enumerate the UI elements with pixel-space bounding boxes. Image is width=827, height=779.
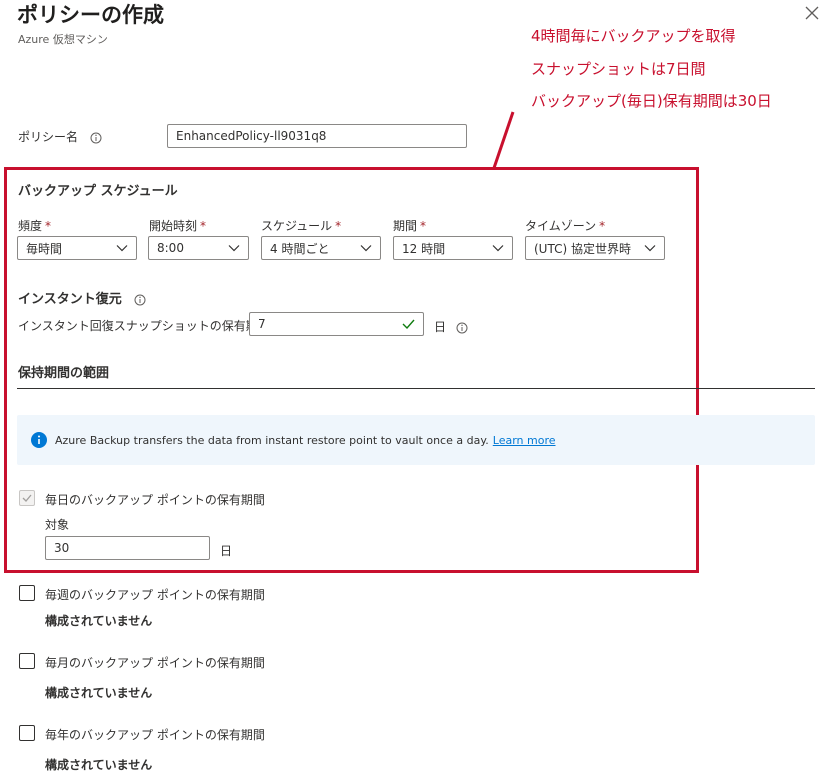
retention-heading: 保持期間の範囲 [18,366,110,381]
checkmark-icon [22,494,32,502]
duration-dropdown[interactable]: 12 時間 [393,236,513,260]
page-title: ポリシーの作成 [17,3,164,27]
daily-retention-label: 毎日のバックアップ ポイントの保有期間 [45,493,265,507]
start-time-label: 開始時刻 * [149,219,207,233]
policy-name-input[interactable]: EnhancedPolicy-ll9031q8 [167,124,467,148]
daily-retention-value: 30 [54,541,70,555]
annotation-line-3: バックアップ(毎日)保有期間は30日 [531,92,772,110]
schedule-value: 4 時間ごと [270,241,330,256]
weekly-retention-checkbox[interactable] [19,585,35,601]
chevron-down-icon [644,245,656,252]
schedule-label: スケジュール * [261,219,342,233]
instant-restore-heading-text: インスタント復元 [18,292,122,307]
start-time-dropdown[interactable]: 8:00 [148,236,249,260]
annotation-line-2: スナップショットは7日間 [531,60,706,78]
info-icon[interactable] [134,294,146,306]
chevron-down-icon [492,245,504,252]
snapshot-retention-unit-text: 日 [434,320,447,334]
monthly-retention-label: 毎月のバックアップ ポイントの保有期間 [45,656,265,670]
snapshot-retention-input[interactable]: 7 [249,312,424,336]
schedule-heading: バックアップ スケジュール [18,184,178,199]
chevron-down-icon [360,245,372,252]
monthly-retention-checkbox[interactable] [19,653,35,669]
checkmark-icon [402,319,415,329]
daily-retention-unit: 日 [220,544,233,558]
duration-value: 12 時間 [402,241,446,256]
snapshot-retention-unit: 日 [434,318,468,335]
chevron-down-icon [228,245,240,252]
info-icon[interactable] [90,132,102,144]
frequency-value: 毎時間 [26,241,63,256]
duration-label: 期間 * [393,219,427,233]
timezone-label: タイムゾーン * [525,219,606,233]
snapshot-retention-label: インスタント回復スナップショットの保有期間 [18,319,270,333]
daily-retention-input[interactable]: 30 [45,536,210,560]
yearly-retention-checkbox[interactable] [19,725,35,741]
retention-divider [17,388,815,389]
policy-name-value: EnhancedPolicy-ll9031q8 [176,129,327,143]
policy-name-label: ポリシー名 [18,128,102,145]
policy-name-label-text: ポリシー名 [18,130,79,144]
learn-more-link[interactable]: Learn more [493,434,556,447]
info-icon[interactable] [456,322,468,334]
daily-target-label: 対象 [45,518,70,532]
schedule-dropdown[interactable]: 4 時間ごと [261,236,381,260]
info-filled-icon [31,432,47,448]
yearly-retention-label: 毎年のバックアップ ポイントの保有期間 [45,728,265,742]
weekly-retention-label: 毎週のバックアップ ポイントの保有期間 [45,588,265,602]
timezone-value: (UTC) 協定世界時 [534,241,631,256]
close-icon[interactable] [804,5,820,21]
instant-restore-heading: インスタント復元 [18,288,146,307]
annotation-line-1: 4時間毎にバックアップを取得 [531,27,736,45]
page-subtitle: Azure 仮想マシン [18,33,108,46]
chevron-down-icon [116,245,128,252]
frequency-dropdown[interactable]: 毎時間 [17,236,137,260]
frequency-label: 頻度 * [18,219,52,233]
daily-retention-checkbox[interactable] [19,490,35,506]
start-time-value: 8:00 [157,241,184,255]
weekly-retention-status: 構成されていません [45,614,153,628]
info-banner-text: Azure Backup transfers the data from ins… [55,433,489,447]
snapshot-retention-value: 7 [258,317,266,331]
monthly-retention-status: 構成されていません [45,686,153,700]
info-banner: Azure Backup transfers the data from ins… [17,415,815,465]
annotation-arrow [492,111,515,169]
timezone-dropdown[interactable]: (UTC) 協定世界時 [525,236,665,260]
yearly-retention-status: 構成されていません [45,758,153,772]
